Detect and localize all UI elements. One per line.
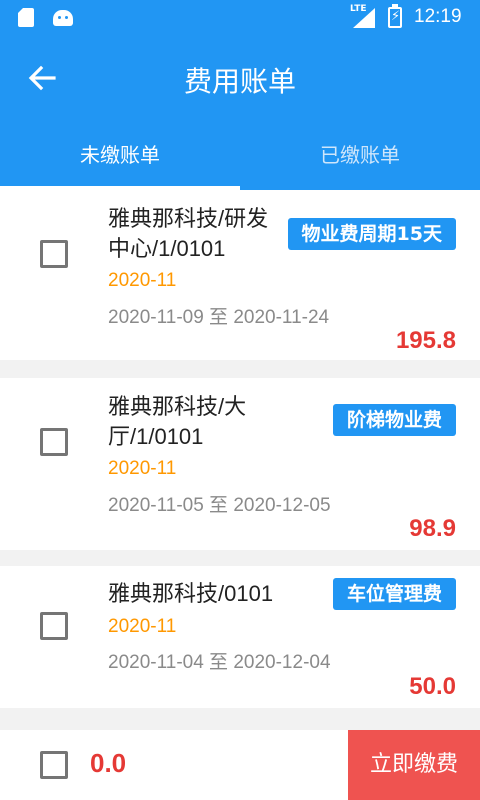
bill-month: 2020-11 <box>108 270 177 291</box>
payment-bar: 0.0 立即缴费 新意手游 · SJXINYI.COM <box>0 730 480 800</box>
app-bar: 费用账单 未缴账单 已缴账单 <box>0 36 480 190</box>
bill-month: 2020-11 <box>108 458 177 479</box>
bill-checkbox[interactable] <box>40 428 68 456</box>
tab-bar: 未缴账单 已缴账单 <box>0 136 480 190</box>
battery-charging-icon: ⚡ <box>388 4 402 28</box>
clock: 12:19 <box>414 6 462 27</box>
watermark: 新意手游 · SJXINYI.COM <box>128 774 307 793</box>
bill-card[interactable]: 雅典那科技/研发中心/1/0101 物业费周期15天 2020-11 2020-… <box>0 190 480 360</box>
fee-type-badge: 物业费周期15天 <box>287 218 456 250</box>
bill-period: 2020-11-04 至 2020-12-04 <box>108 652 331 673</box>
bill-card[interactable]: 雅典那科技/大厅/1/0101 阶梯物业费 2020-11 2020-11-05… <box>0 378 480 550</box>
tab-unpaid[interactable]: 未缴账单 <box>0 136 240 190</box>
tab-paid[interactable]: 已缴账单 <box>240 136 480 190</box>
bill-period: 2020-11-05 至 2020-12-05 <box>108 495 331 516</box>
bill-amount: 50.0 <box>409 673 456 700</box>
fee-type-badge: 阶梯物业费 <box>332 404 456 436</box>
bill-location: 雅典那科技/大厅/1/0101 <box>108 394 247 449</box>
bill-amount: 195.8 <box>395 327 456 354</box>
android-icon <box>53 10 73 26</box>
sd-card-icon <box>18 8 34 27</box>
status-bar: LTE ⚡ 12:19 <box>0 0 480 36</box>
bill-checkbox[interactable] <box>40 240 68 268</box>
bill-location: 雅典那科技/研发中心/1/0101 <box>108 206 269 261</box>
page-title: 费用账单 <box>183 66 296 97</box>
bill-month: 2020-11 <box>108 616 177 637</box>
total-amount: 0.0 <box>90 748 127 778</box>
bill-card[interactable]: 雅典那科技/0101 车位管理费 2020-11 2020-11-04 至 20… <box>0 566 480 708</box>
bill-period: 2020-11-09 至 2020-11-24 <box>108 307 330 328</box>
fee-type-badge: 车位管理费 <box>332 578 456 610</box>
bill-checkbox[interactable] <box>40 612 68 640</box>
select-all-checkbox[interactable] <box>40 751 68 779</box>
pay-now-button[interactable]: 立即缴费 <box>348 730 480 800</box>
signal-icon <box>353 8 375 28</box>
bill-amount: 98.9 <box>409 515 456 542</box>
bill-location: 雅典那科技/0101 <box>108 581 274 606</box>
